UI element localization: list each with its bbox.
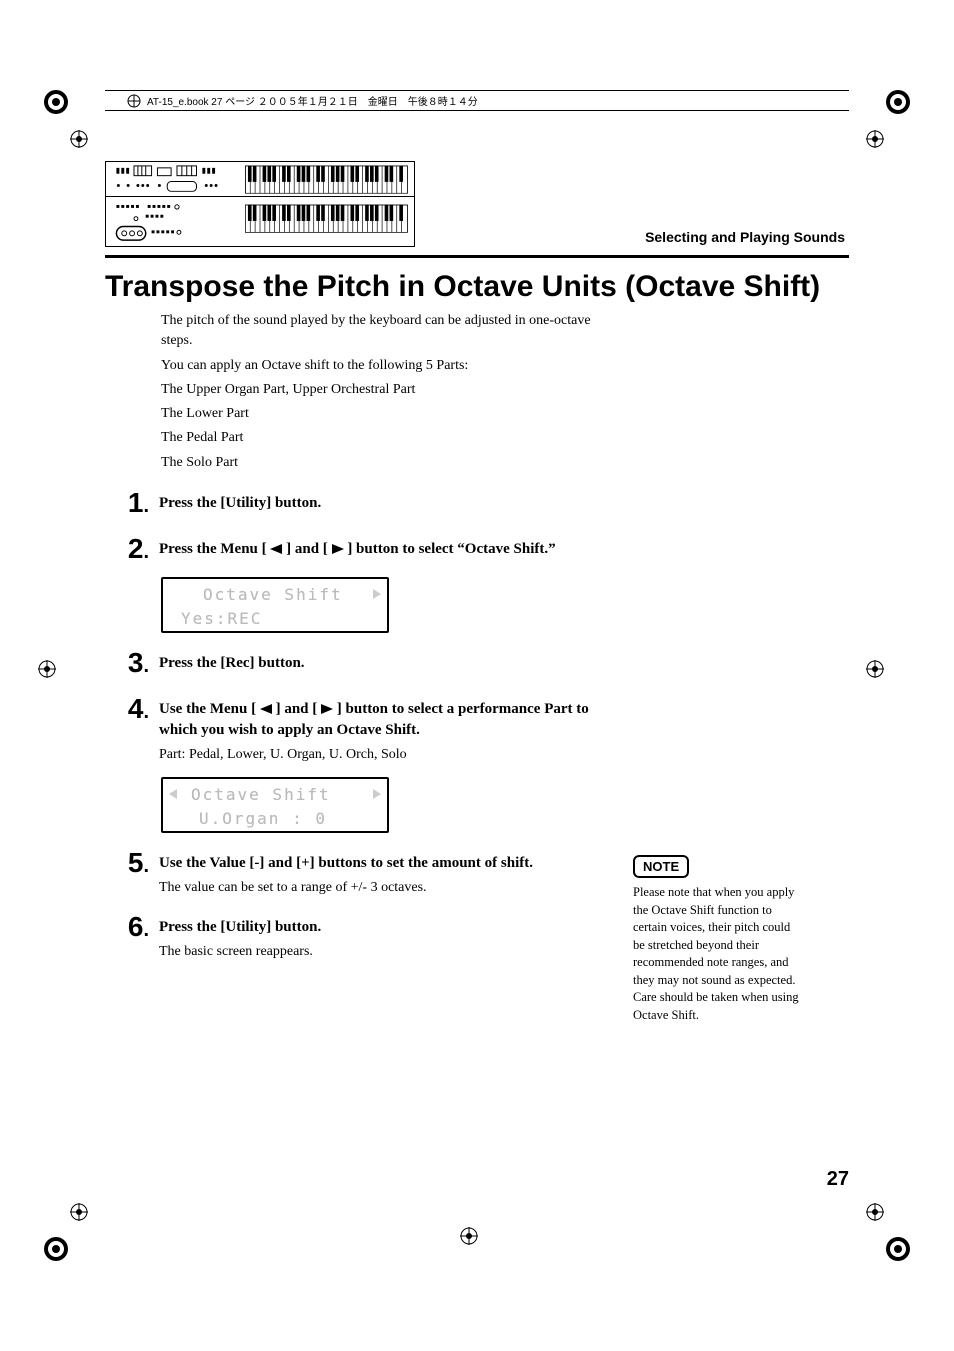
intro-p6: The Solo Part (105, 453, 605, 473)
lcd1-line2: Yes:REC (181, 609, 262, 628)
step-5-instr: Use the Value [-] and [+] buttons to set… (159, 853, 605, 874)
reg-mark-bottom-right (884, 1235, 912, 1263)
lcd-arrow-left-icon (169, 789, 177, 799)
step-4-detail: Part: Pedal, Lower, U. Organ, U. Orch, S… (159, 745, 605, 765)
step-4-instr: Use the Menu [ ] and [ ] button to selec… (159, 699, 605, 741)
small-reg-tr (866, 130, 884, 148)
arrow-right-icon (332, 544, 344, 554)
step-2: 2. Press the Menu [ ] and [ ] button to … (105, 533, 605, 565)
header-meta-bar: AT-15_e.book 27 ページ ２００５年１月２１日 金曜日 午後８時１… (105, 90, 849, 111)
small-reg-bc (460, 1227, 478, 1245)
intro-p1: The pitch of the sound played by the key… (105, 311, 605, 352)
step-number: 6. (105, 911, 149, 943)
main-column: The pitch of the sound played by the key… (105, 311, 605, 962)
step-5: 5. Use the Value [-] and [+] buttons to … (105, 847, 605, 898)
step-3: 3. Press the [Rec] button. (105, 647, 605, 679)
arrow-left-icon (270, 544, 282, 554)
content-columns: The pitch of the sound played by the key… (105, 311, 849, 1024)
step-6-instr: Press the [Utility] button. (159, 917, 605, 938)
lcd-arrow-right-icon (373, 589, 381, 599)
step-4: 4. Use the Menu [ ] and [ ] button to se… (105, 693, 605, 765)
lcd-arrow-right-icon (373, 789, 381, 799)
step-number: 4. (105, 693, 149, 725)
step-number: 3. (105, 647, 149, 679)
step-6: 6. Press the [Utility] button. The basic… (105, 911, 605, 962)
intro-p5: The Pedal Part (105, 428, 605, 448)
intro-p4: The Lower Part (105, 404, 605, 424)
step-2-instr: Press the Menu [ ] and [ ] button to sel… (159, 539, 605, 560)
note-text: Please note that when you apply the Octa… (633, 884, 801, 1024)
instrument-panel-illustration (105, 161, 415, 247)
lcd-display-2: Octave Shift U.Organ : 0 (161, 777, 389, 833)
page-number: 27 (827, 1168, 849, 1191)
step-5-detail: The value can be set to a range of +/- 3… (159, 878, 605, 898)
intro-p3: The Upper Organ Part, Upper Orchestral P… (105, 380, 605, 400)
step-number: 5. (105, 847, 149, 879)
header-ornament-icon (127, 94, 141, 108)
step-1-instr: Press the [Utility] button. (159, 493, 605, 514)
lcd2-line2: U.Organ : 0 (199, 809, 327, 828)
reg-mark-bottom-left (42, 1235, 70, 1263)
intro-block: The pitch of the sound played by the key… (105, 311, 605, 473)
lcd1-line1: Octave Shift (203, 585, 343, 604)
reg-mark-top-right (884, 88, 912, 116)
arrow-right-icon (321, 704, 333, 714)
small-reg-mr (866, 660, 884, 678)
arrow-left-icon (260, 704, 272, 714)
small-reg-ml (38, 660, 56, 678)
section-label: Selecting and Playing Sounds (645, 229, 849, 245)
step-1: 1. Press the [Utility] button. (105, 487, 605, 519)
keyboard-icon (106, 162, 414, 246)
reg-mark-top-left (42, 88, 70, 116)
small-reg-tl (70, 130, 88, 148)
step-number: 1. (105, 487, 149, 519)
small-reg-br (866, 1203, 884, 1221)
divider-thick (105, 255, 849, 258)
panel-and-label-row: Selecting and Playing Sounds (105, 161, 849, 247)
step-6-detail: The basic screen reappears. (159, 942, 605, 962)
small-reg-bl (70, 1203, 88, 1221)
page-content: AT-15_e.book 27 ページ ２００５年１月２１日 金曜日 午後８時１… (105, 90, 849, 1024)
note-badge: NOTE (633, 855, 689, 878)
step-number: 2. (105, 533, 149, 565)
header-meta-text: AT-15_e.book 27 ページ ２００５年１月２１日 金曜日 午後８時１… (147, 93, 478, 108)
lcd-display-1: Octave Shift Yes:REC (161, 577, 389, 633)
step-3-instr: Press the [Rec] button. (159, 653, 605, 674)
lcd2-line1: Octave Shift (191, 785, 331, 804)
side-column: NOTE Please note that when you apply the… (633, 311, 801, 1024)
page-title: Transpose the Pitch in Octave Units (Oct… (105, 270, 849, 303)
intro-p2: You can apply an Octave shift to the fol… (105, 356, 605, 376)
